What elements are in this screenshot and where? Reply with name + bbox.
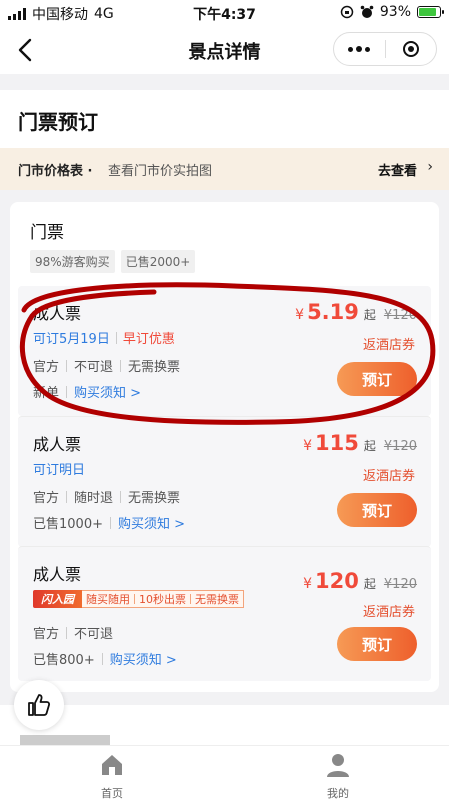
ticket-availability: 可订5月19日 早订优惠 — [33, 328, 175, 347]
home-icon — [102, 755, 122, 775]
ticket-name: 成人票 — [33, 435, 82, 454]
status-right: 93% — [340, 4, 444, 20]
price-table-subtitle: 查看门市价实拍图 — [108, 164, 213, 179]
next-section-peek — [0, 705, 449, 745]
view-link[interactable]: 去查看 — [378, 160, 417, 179]
ticket-rules: 官方 不可退 — [33, 626, 114, 642]
fast-entry-logo: 闪入园 — [33, 590, 82, 608]
tab-home[interactable]: 首页 — [72, 752, 152, 801]
chip: 98%游客购买 — [30, 250, 115, 273]
ticket-card: 门票 98%游客购买 已售2000+ 成人票 可订5月19日 早订优惠 官方 不… — [10, 202, 439, 692]
ticket-availability: 可订明日 — [33, 459, 85, 478]
more-button[interactable] — [334, 33, 385, 65]
original-price: ¥120 — [383, 439, 417, 454]
ticket-sold: 新单 购买须知 > — [33, 382, 141, 401]
price-table-title: 门市价格表 · — [18, 164, 93, 179]
ticket-item[interactable]: 成人票 可订明日 官方 随时退 无需换票 已售1000+ 购买须知 > ¥ 11… — [18, 416, 431, 547]
rotation-lock-icon — [340, 5, 354, 19]
availability-text: 可订5月19日 — [33, 332, 110, 347]
notice-link[interactable]: 购买须知 > — [74, 382, 141, 401]
book-button[interactable]: 预订 — [337, 493, 417, 527]
price: ¥ 5.19 起 ¥120 — [295, 300, 417, 324]
fast-entry-tag: 闪入园 随买随用 10秒出票 无需换票 — [33, 590, 244, 608]
battery-icon — [417, 6, 444, 18]
like-button[interactable] — [14, 680, 64, 730]
price-value: 120 — [315, 569, 359, 593]
coupon-label: 返酒店券 — [362, 469, 415, 484]
ticket-chips: 98%游客购买 已售2000+ — [30, 250, 196, 273]
ticket-name: 成人票 — [33, 304, 82, 323]
status-bar: 中国移动 4G 下午4:37 93% — [0, 0, 449, 26]
fast-entry-features: 随买随用 10秒出票 无需换票 — [82, 590, 244, 608]
ticket-sold: 已售800+ 购买须知 > — [33, 649, 177, 668]
tab-bar: 首页 我的 — [0, 745, 449, 801]
ticket-item[interactable]: 成人票 可订5月19日 早订优惠 官方 不可退 无需换票 新单 购买须知 > ¥… — [18, 286, 431, 416]
notice-link[interactable]: 购买须知 > — [118, 513, 185, 532]
close-button[interactable] — [385, 33, 436, 65]
more-dots-icon — [348, 46, 371, 52]
nav-bar: 景点详情 — [0, 26, 449, 74]
ticket-rules: 官方 随时退 无需换票 — [33, 490, 181, 506]
mini-program-capsule — [333, 32, 437, 66]
price-value: 115 — [315, 431, 359, 455]
availability-text: 可订明日 — [33, 463, 86, 478]
notice-link[interactable]: 购买须知 > — [110, 649, 177, 668]
price-table-banner[interactable]: 门市价格表 · 查看门市价实拍图 去查看 › — [0, 148, 449, 190]
original-price: ¥120 — [383, 577, 417, 592]
original-price: ¥120 — [383, 308, 417, 323]
book-button[interactable]: 预订 — [337, 362, 417, 396]
section-title: 门票预订 — [18, 110, 98, 134]
tab-mine[interactable]: 我的 — [298, 752, 378, 801]
promo-text: 早订优惠 — [122, 332, 175, 347]
coupon-label: 返酒店券 — [362, 605, 415, 620]
price-value: 5.19 — [307, 300, 359, 324]
price: ¥ 115 起 ¥120 — [303, 431, 417, 455]
ticket-name: 成人票 — [33, 565, 82, 584]
battery-fill — [419, 8, 436, 16]
card-title: 门票 — [30, 223, 64, 243]
thumbs-up-icon — [28, 694, 51, 716]
chip: 已售2000+ — [120, 250, 196, 273]
ticket-section-header: 门票预订 — [0, 90, 449, 148]
coupon-label: 返酒店券 — [362, 338, 415, 353]
price: ¥ 120 起 ¥120 — [303, 569, 417, 593]
tab-mine-label: 我的 — [327, 787, 349, 800]
tab-home-label: 首页 — [101, 787, 123, 800]
close-target-icon — [402, 41, 419, 57]
alarm-icon — [360, 5, 374, 18]
ticket-item[interactable]: 成人票 闪入园 随买随用 10秒出票 无需换票 官方 不可退 已售800+ 购买… — [18, 546, 431, 681]
ticket-sold: 已售1000+ 购买须知 > — [33, 513, 185, 532]
ticket-rules: 官方 不可退 无需换票 — [33, 359, 181, 375]
book-button[interactable]: 预订 — [337, 627, 417, 661]
user-icon — [327, 754, 349, 777]
chevron-right-icon: › — [427, 159, 433, 175]
battery-percent: 93% — [379, 4, 411, 20]
